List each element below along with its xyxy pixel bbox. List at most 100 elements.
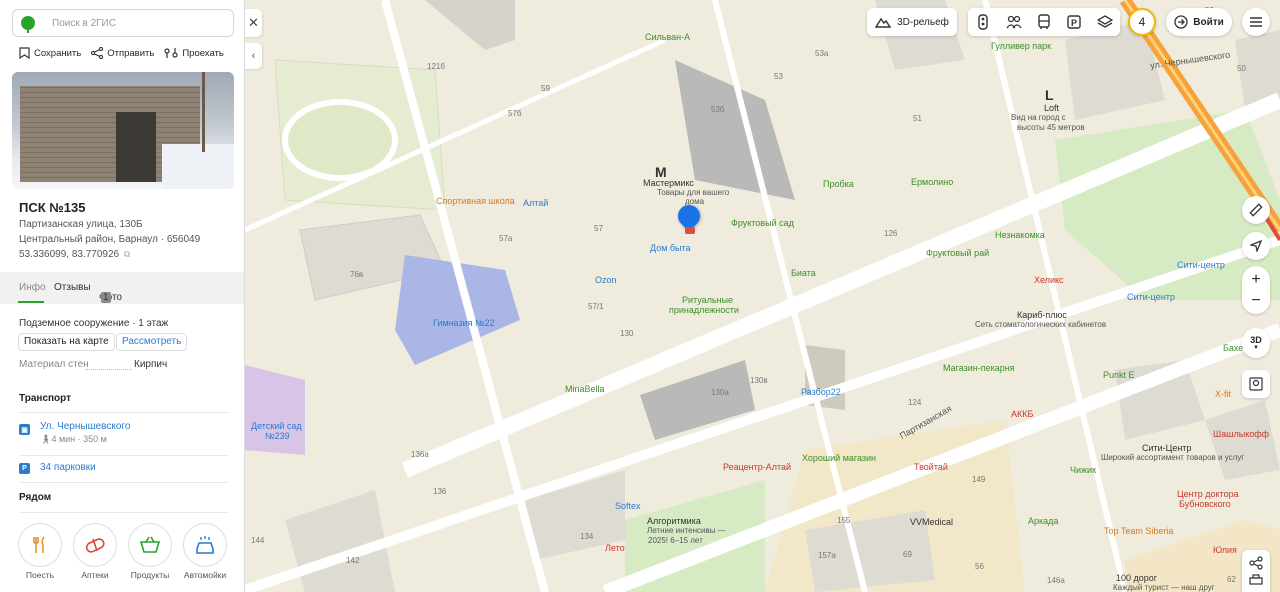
map-label-fruit-garden[interactable]: Фруктовый сад: [731, 218, 794, 229]
traffic-icon[interactable]: [969, 8, 997, 36]
menu-button[interactable]: [1242, 8, 1270, 36]
nearby-grocery-button[interactable]: [128, 523, 172, 567]
map-label-algoritmika-sub2: 2025! 6–15 лет: [648, 536, 703, 545]
copy-icon[interactable]: ⧉: [124, 249, 130, 259]
map-label-ozon[interactable]: Ozon: [595, 275, 617, 286]
map-label-softex[interactable]: Softex: [615, 501, 641, 512]
3d-toggle-button[interactable]: 3D ▼: [1242, 328, 1270, 358]
map-label-shashlykoff[interactable]: Шашлыкофф: [1213, 429, 1269, 440]
map-label-sport-school[interactable]: Спортивная школа: [436, 196, 515, 207]
house-number: 53: [774, 72, 783, 81]
parking-icon[interactable]: P: [1060, 8, 1088, 36]
map-label-tvoitay[interactable]: Твойтай: [914, 462, 948, 473]
share-button[interactable]: Отправить: [91, 47, 154, 59]
zoom-control: + −: [1242, 266, 1270, 314]
fork-knife-icon: [33, 536, 45, 553]
map-label-leto[interactable]: Лето: [605, 543, 625, 554]
place-photo[interactable]: [12, 72, 234, 189]
ruler-button[interactable]: [1242, 196, 1270, 224]
friends-icon[interactable]: [1000, 8, 1028, 36]
place-sidebar: Поиск в 2ГИС Сохранить Отправить Проехат…: [0, 0, 245, 592]
map-label-neznakomka[interactable]: Незнакомка: [995, 230, 1045, 241]
map-label-xfit[interactable]: X-fit: [1215, 389, 1231, 400]
collapse-sidebar-icon[interactable]: ‹: [245, 43, 262, 69]
tab-reviews[interactable]: Отзывы: [54, 282, 91, 293]
map-label-akkb[interactable]: АККБ: [1011, 409, 1033, 420]
map-label-magazin-pekarnya[interactable]: Магазин-пекарня: [943, 363, 1015, 374]
place-tabs: Инфо Отзывы Фото1: [0, 272, 244, 304]
house-number: 59: [541, 84, 550, 93]
house-number: 157а: [818, 551, 836, 560]
map-label-top-team[interactable]: Top Team Siberia: [1104, 526, 1173, 537]
login-button[interactable]: Войти: [1166, 8, 1232, 36]
basket-icon: [139, 536, 161, 553]
geolocation-button[interactable]: [1242, 232, 1270, 260]
nearby-pharmacy-label: Аптеки: [81, 570, 109, 580]
map-label-minabella[interactable]: MinaBella: [565, 384, 605, 395]
map-label-ermolino[interactable]: Ермолино: [911, 177, 953, 188]
view-3d-button[interactable]: Рассмотреть: [116, 333, 188, 351]
marker-base-icon: [685, 227, 695, 234]
layers-icon[interactable]: [1091, 8, 1119, 36]
car-wash-icon: [196, 536, 214, 554]
route-icon: [164, 48, 178, 58]
map-label-sitycenter-1[interactable]: Сити-центр: [1177, 260, 1225, 271]
transit-stop-link[interactable]: Ул. Чернышевского: [40, 421, 130, 432]
map-label-fruit-paradise[interactable]: Фруктовый рай: [926, 248, 989, 259]
map-label-yulia[interactable]: Юлия: [1213, 545, 1237, 556]
map-label-mastermix-sub2: дома: [685, 197, 705, 206]
house-number: 134: [580, 532, 594, 541]
close-icon[interactable]: ✕: [245, 9, 262, 37]
map-photo-icon: [1249, 377, 1263, 391]
relief-3d-button[interactable]: 3D-рельеф: [867, 8, 957, 36]
map-canvas[interactable]: M Мастермикс Товары для вашего дома Дом …: [245, 0, 1280, 592]
map-label-vvmedical[interactable]: VVMedical: [910, 517, 953, 528]
map-label-gulliver[interactable]: Гулливер парк: [991, 41, 1051, 52]
house-number: 56: [975, 562, 984, 571]
nearby-carwash-label: Автомойки: [183, 570, 227, 580]
transit-stop-icon: ▣: [19, 424, 30, 435]
tab-info[interactable]: Инфо: [19, 282, 46, 293]
map-label-sitycenter-2[interactable]: Сити-центр: [1127, 292, 1175, 303]
navigation-arrow-icon: [1250, 240, 1262, 252]
place-coords[interactable]: 53.336099, 83.770926 ⧉: [19, 249, 130, 260]
photo-door: [116, 112, 156, 182]
map-label-gymnasium[interactable]: Гимназия №22: [433, 318, 495, 329]
map-label-altai[interactable]: Алтай: [523, 198, 548, 209]
map-label-arkada[interactable]: Аркада: [1028, 516, 1058, 527]
map-label-chizhik[interactable]: Чижик: [1070, 465, 1096, 476]
nearby-carwash-button[interactable]: [183, 523, 227, 567]
search-box[interactable]: Поиск в 2ГИС: [12, 9, 234, 37]
show-on-map-button[interactable]: Показать на карте: [18, 333, 115, 351]
share-print-panel: [1242, 550, 1270, 592]
route-button[interactable]: Проехать: [164, 47, 224, 59]
map-label-helix[interactable]: Хеликс: [1034, 275, 1064, 286]
transit-stop-meta: 🚶︎4 мин · 350 м: [40, 434, 107, 445]
map-graphics: [245, 0, 1280, 592]
map-label-probka[interactable]: Пробка: [823, 179, 854, 190]
print-icon[interactable]: [1249, 574, 1263, 586]
house-number: 50: [1237, 64, 1246, 73]
map-label-reacentr[interactable]: Реацентр-Алтай: [723, 462, 791, 473]
material-leader: [86, 369, 132, 370]
zoom-in-icon[interactable]: +: [1251, 269, 1260, 291]
map-label-silvan[interactable]: Сильван-А: [645, 32, 690, 43]
notification-badge[interactable]: 4: [1128, 8, 1156, 36]
photo-layer-button[interactable]: [1242, 370, 1270, 398]
share-icon[interactable]: [1249, 556, 1263, 570]
divider: [19, 482, 229, 483]
login-label: Войти: [1193, 16, 1224, 28]
save-button[interactable]: Сохранить: [19, 47, 81, 59]
house-number: 57б: [508, 109, 522, 118]
parking-link[interactable]: 34 парковки: [40, 462, 96, 473]
zoom-out-icon[interactable]: −: [1251, 291, 1260, 311]
map-label-punkt[interactable]: Punkt E: [1103, 370, 1135, 381]
map-label-biata[interactable]: Биата: [791, 268, 816, 279]
nearby-eat-label: Поесть: [25, 570, 55, 580]
nearby-eat-button[interactable]: [18, 523, 62, 567]
map-label-razbor[interactable]: Разбор22: [801, 387, 841, 398]
nearby-pharmacy-button[interactable]: [73, 523, 117, 567]
map-label-horoshiy[interactable]: Хороший магазин: [802, 453, 876, 464]
bus-icon[interactable]: [1030, 8, 1058, 36]
map-label-dom-byta[interactable]: Дом быта: [650, 243, 691, 254]
